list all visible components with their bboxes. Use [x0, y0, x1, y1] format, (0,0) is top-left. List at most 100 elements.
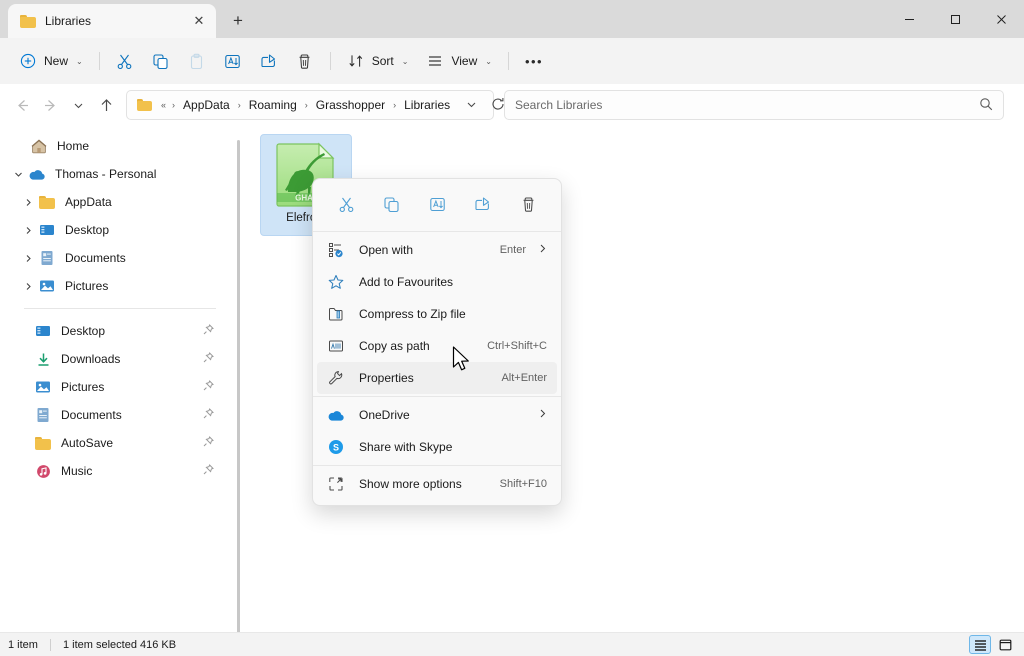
sidebar-item-music[interactable]: Music	[4, 457, 224, 485]
context-menu-item-onedrive[interactable]: OneDrive	[317, 399, 557, 431]
pin-icon[interactable]	[203, 436, 214, 450]
sidebar-item-downloads[interactable]: Downloads	[4, 345, 224, 373]
sidebar-item-pictures[interactable]: Pictures	[4, 272, 224, 300]
sidebar-item-label: Pictures	[61, 380, 105, 394]
sidebar-item-label: Desktop	[61, 324, 106, 338]
chevron-right-icon[interactable]	[18, 248, 38, 268]
downloads-icon	[34, 350, 52, 368]
pin-icon[interactable]	[203, 464, 214, 478]
maximize-button[interactable]	[932, 0, 978, 38]
sort-button[interactable]: Sort ⌄	[338, 45, 418, 77]
chevron-right-icon[interactable]	[18, 220, 38, 240]
context-menu-item-copy-as-path[interactable]: Copy as path Ctrl+Shift+C	[317, 330, 557, 362]
sidebar-item-documents-quick[interactable]: Documents	[4, 401, 224, 429]
sidebar-item-home[interactable]: Home	[4, 132, 224, 160]
details-view-button[interactable]	[969, 635, 991, 654]
sidebar-item-pictures-quick[interactable]: Pictures	[4, 373, 224, 401]
cut-icon[interactable]	[331, 189, 361, 219]
sidebar-item-label: Home	[57, 139, 90, 153]
chevron-down-icon: ⌄	[485, 56, 492, 66]
search-icon[interactable]	[979, 97, 993, 114]
back-button[interactable]	[8, 91, 36, 119]
toolbar-divider-2	[329, 52, 331, 70]
zip-icon	[327, 305, 345, 323]
see-more-icon: •••	[524, 53, 544, 69]
context-menu-item-compress-to-zip[interactable]: Compress to Zip file	[317, 298, 557, 330]
recent-locations-button[interactable]	[64, 91, 92, 119]
pin-icon[interactable]	[203, 352, 214, 366]
context-menu-divider-3	[313, 465, 561, 466]
sidebar-item-label: Downloads	[61, 352, 121, 366]
sidebar-item-documents[interactable]: Documents	[4, 244, 224, 272]
delete-icon[interactable]	[513, 189, 543, 219]
forward-button[interactable]	[36, 91, 64, 119]
chevron-down-icon[interactable]	[8, 164, 28, 184]
sort-icon	[347, 52, 365, 70]
new-tab-button[interactable]: +	[226, 9, 250, 33]
toolbar-divider	[98, 52, 100, 70]
view-icon	[426, 52, 444, 70]
delete-button[interactable]	[287, 45, 323, 77]
context-menu-divider	[313, 231, 561, 232]
splitter-handle[interactable]	[237, 140, 240, 635]
paste-button	[179, 45, 215, 77]
command-bar: New ⌄ Sort ⌄ View ⌄ •••	[0, 38, 1024, 84]
rename-button[interactable]	[215, 45, 251, 77]
context-menu-item-show-more-options[interactable]: Show more options Shift+F10	[317, 468, 557, 500]
share-icon[interactable]	[468, 189, 498, 219]
share-icon	[260, 52, 278, 70]
address-dropdown-icon[interactable]	[458, 99, 485, 112]
sidebar-item-autosave[interactable]: AutoSave	[4, 429, 224, 457]
breadcrumb-libraries[interactable]: Libraries	[400, 96, 454, 114]
folder-icon	[137, 99, 152, 111]
pin-icon[interactable]	[203, 324, 214, 338]
pane-splitter[interactable]	[237, 140, 240, 635]
close-tab-icon[interactable]: ✕	[188, 10, 210, 32]
home-icon	[30, 137, 48, 155]
context-menu-item-share-with-skype[interactable]: S Share with Skype	[317, 431, 557, 463]
new-button[interactable]: New ⌄	[10, 45, 92, 77]
breadcrumb-grasshopper[interactable]: Grasshopper	[312, 96, 389, 114]
search-box[interactable]: Search Libraries	[504, 90, 1004, 120]
sidebar-item-desktop-quick[interactable]: Desktop	[4, 317, 224, 345]
pin-icon[interactable]	[203, 408, 214, 422]
paste-icon	[188, 52, 206, 70]
close-button[interactable]	[978, 0, 1024, 38]
see-more-button[interactable]: •••	[516, 45, 552, 77]
tab-libraries[interactable]: Libraries ✕	[8, 4, 216, 38]
pin-icon[interactable]	[203, 380, 214, 394]
copy-icon[interactable]	[377, 189, 407, 219]
share-button[interactable]	[251, 45, 287, 77]
cut-button[interactable]	[107, 45, 143, 77]
sidebar-item-appdata[interactable]: AppData	[4, 188, 224, 216]
view-button[interactable]: View ⌄	[417, 45, 501, 77]
breadcrumb-appdata[interactable]: AppData	[179, 96, 234, 114]
sort-button-label: Sort	[371, 54, 394, 68]
folder-icon	[34, 434, 52, 452]
folder-icon	[20, 14, 36, 28]
search-input[interactable]: Search Libraries	[515, 98, 979, 112]
chevron-right-icon[interactable]	[538, 408, 547, 422]
sidebar-item-label: Documents	[61, 408, 122, 422]
large-icons-view-button[interactable]	[994, 635, 1016, 654]
copy-button[interactable]	[143, 45, 179, 77]
onedrive-icon	[327, 406, 345, 424]
sidebar-item-thomas-personal[interactable]: Thomas - Personal	[4, 160, 224, 188]
up-button[interactable]	[92, 91, 120, 119]
sidebar-item-desktop[interactable]: Desktop	[4, 216, 224, 244]
chevron-right-icon[interactable]	[18, 276, 38, 296]
navigation-pane: Home Thomas - Personal AppData Desktop D…	[0, 128, 232, 632]
context-menu-item-add-to-favourites[interactable]: Add to Favourites	[317, 266, 557, 298]
context-menu-item-properties[interactable]: Properties Alt+Enter	[317, 362, 557, 394]
address-bar[interactable]: « › AppData › Roaming › Grasshopper › Li…	[126, 90, 504, 120]
context-menu-item-open-with[interactable]: Open with Enter	[317, 234, 557, 266]
sidebar-item-label: Music	[61, 464, 93, 478]
breadcrumb-overflow[interactable]: «	[159, 100, 168, 110]
chevron-right-icon[interactable]	[18, 192, 38, 212]
music-icon	[34, 462, 52, 480]
rename-icon[interactable]	[422, 189, 452, 219]
chevron-right-icon[interactable]	[538, 243, 547, 257]
tab-title: Libraries	[45, 14, 92, 28]
breadcrumb-roaming[interactable]: Roaming	[245, 96, 301, 114]
minimize-button[interactable]	[886, 0, 932, 38]
